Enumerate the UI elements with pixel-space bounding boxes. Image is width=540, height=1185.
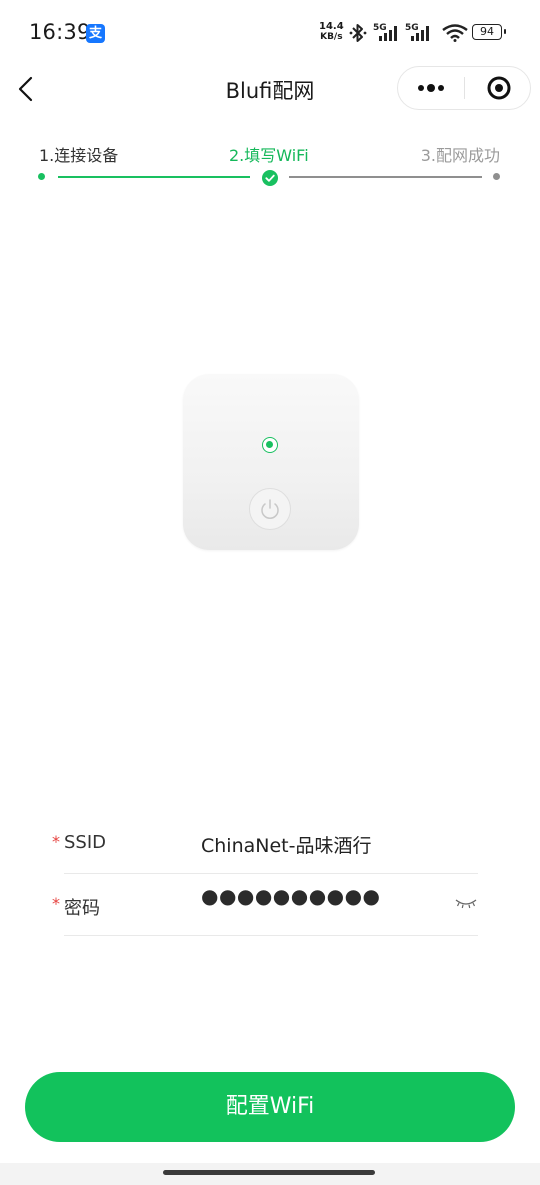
ssid-row: * SSID ChinaNet-品味酒行 xyxy=(52,812,478,874)
signal-icon: 5G xyxy=(373,23,397,41)
step-dot-pending xyxy=(493,173,500,180)
power-icon xyxy=(249,488,291,530)
home-indicator[interactable] xyxy=(163,1170,375,1175)
check-icon xyxy=(262,170,278,186)
required-mark: * xyxy=(52,894,60,913)
more-button[interactable] xyxy=(398,67,464,109)
battery-level: 94 xyxy=(480,25,494,38)
mini-program-capsule xyxy=(397,66,531,110)
close-button[interactable] xyxy=(465,67,531,109)
progress-line-pending xyxy=(289,176,482,178)
status-time: 16:39 xyxy=(29,20,91,44)
step-config-success: 3.配网成功 xyxy=(420,146,500,165)
step-fill-wifi: 2.填写WiFi xyxy=(229,146,309,165)
network-speed: 14.4 KB/s xyxy=(319,21,344,43)
status-led-icon xyxy=(262,437,278,453)
more-icon xyxy=(418,84,444,92)
system-bottom-bar xyxy=(0,1163,540,1185)
ssid-field[interactable]: ChinaNet-品味酒行 xyxy=(201,831,371,858)
bluetooth-icon xyxy=(349,24,367,42)
nav-bar: Blufi配网 xyxy=(0,66,540,112)
required-mark: * xyxy=(52,832,60,851)
device-illustration xyxy=(183,374,359,550)
signal-label: 5G xyxy=(373,23,387,33)
network-speed-value: 14.4 xyxy=(319,21,344,32)
target-icon xyxy=(487,76,511,100)
signal-icon: 5G xyxy=(405,23,429,41)
step-dot-done xyxy=(38,173,45,180)
password-field[interactable]: ●●●●●●●●●● xyxy=(201,884,381,908)
battery-icon: 94 xyxy=(472,24,506,40)
network-speed-unit: KB/s xyxy=(320,32,343,42)
step-indicator: 1.连接设备 2.填写WiFi 3.配网成功 xyxy=(0,140,540,190)
config-wifi-button[interactable]: 配置WiFi xyxy=(25,1072,515,1142)
signal-label: 5G xyxy=(405,23,419,33)
progress-line-done xyxy=(58,176,250,178)
wifi-icon xyxy=(442,24,468,42)
step-connect-device: 1.连接设备 xyxy=(39,146,119,165)
status-bar: 16:39 14.4 KB/s 5G 5G 94 xyxy=(0,0,540,66)
password-label: 密码 xyxy=(64,898,100,919)
alipay-icon xyxy=(86,24,105,43)
eye-closed-icon[interactable] xyxy=(454,894,478,912)
ssid-label: SSID xyxy=(64,832,107,853)
wifi-form: * SSID ChinaNet-品味酒行 * 密码 ●●●●●●●●●● xyxy=(52,812,478,936)
password-row: * 密码 ●●●●●●●●●● xyxy=(52,874,478,936)
